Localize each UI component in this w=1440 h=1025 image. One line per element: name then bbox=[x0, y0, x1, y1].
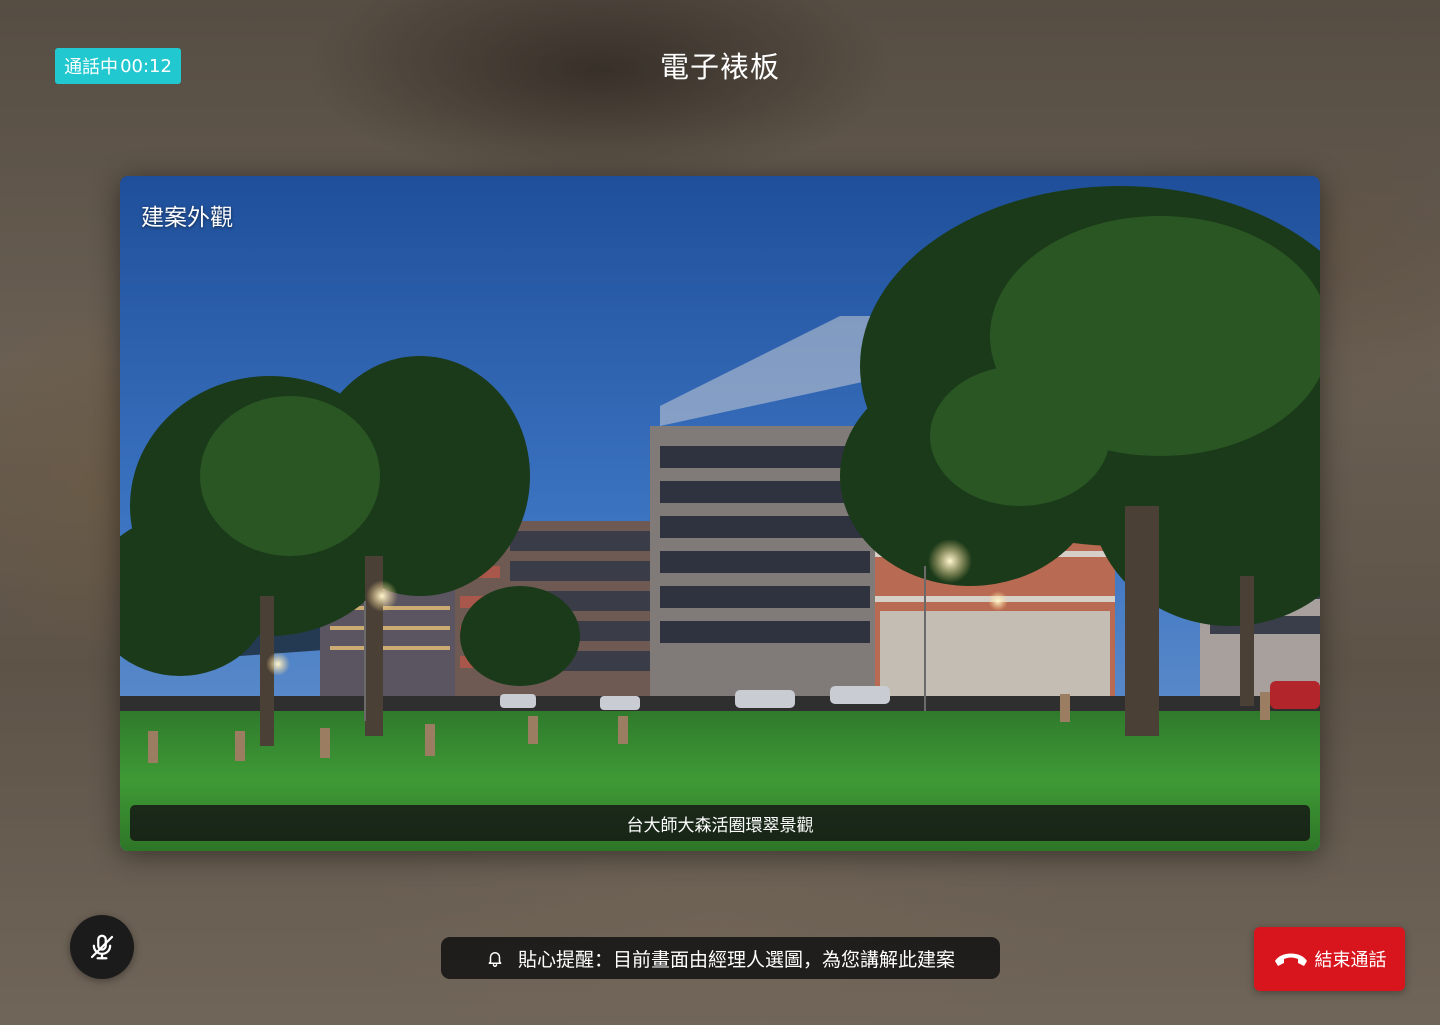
hang-up-phone-icon bbox=[1274, 953, 1307, 966]
photo-section-label: 建案外觀 bbox=[141, 205, 233, 231]
end-call-button[interactable]: 結束通話 bbox=[1254, 927, 1405, 991]
end-call-label: 結束通話 bbox=[1314, 950, 1387, 971]
page-title: 電子裱板 bbox=[659, 50, 780, 84]
photo-caption: 台大師大森活圈環翠景觀 bbox=[626, 815, 814, 836]
bell-icon bbox=[486, 948, 504, 968]
video-call-screen: 通話中 00:12 電子裱板 建案外觀 台大師大森活圈環翠景觀 貼心提醒：目前畫… bbox=[0, 0, 1440, 1025]
building-exterior-photo bbox=[120, 176, 1320, 851]
mute-microphone-button[interactable] bbox=[70, 915, 134, 979]
reminder-banner: 貼心提醒：目前畫面由經理人選圖，為您講解此建案 bbox=[441, 937, 1000, 979]
photo-caption-bar: 台大師大森活圈環翠景觀 bbox=[130, 805, 1310, 841]
microphone-muted-icon bbox=[90, 934, 114, 960]
property-photo-card: 建案外觀 台大師大森活圈環翠景觀 bbox=[120, 176, 1320, 851]
reminder-text: 貼心提醒：目前畫面由經理人選圖，為您講解此建案 bbox=[517, 948, 955, 971]
